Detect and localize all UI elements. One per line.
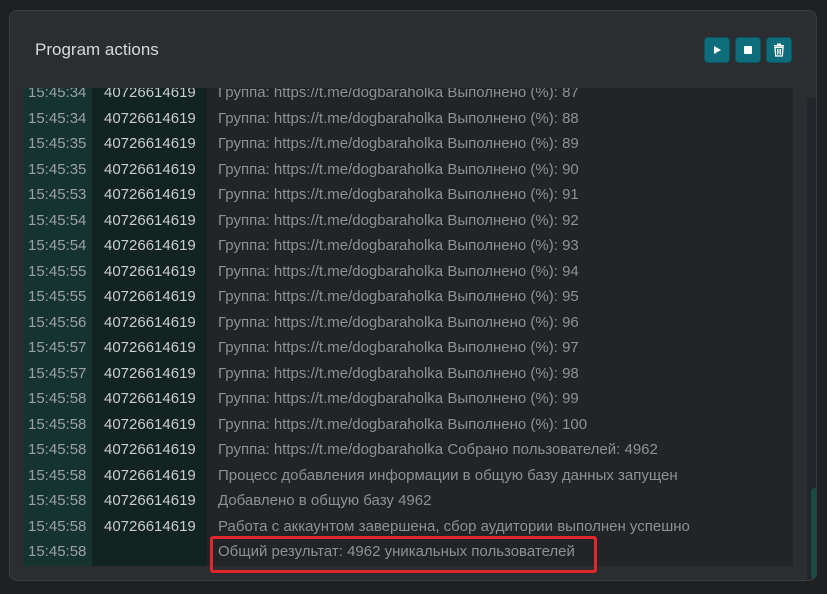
log-row: 15:45:58 40726614619 Группа: https://t.me/… [23,437,793,463]
log-account-id: 40726614619 [104,262,196,280]
log-time: 15:45:58 [28,441,87,458]
log-row: 15:45:57 40726614619 Группа: https://t.me/… [23,335,793,361]
log-message-summary: Общий результат: 4962 уникальных пользов… [218,543,575,560]
log-message: Группа: https://t.me/dogbaraholka Выполн… [218,390,579,407]
log-time: 15:45:58 [28,415,87,433]
log-account-id: 40726614619 [104,364,196,382]
log-row: 15:45:34 40726614619 Группа: https://t.me/… [23,106,793,132]
log-message: Добавлено в общую базу 4962 [218,492,432,509]
log-time: 15:45:54 [28,237,87,254]
delete-button[interactable] [766,37,792,63]
play-button[interactable] [704,37,730,63]
log-message: Группа: https://t.me/dogbaraholka Выполн… [218,135,579,152]
stop-icon [744,46,752,54]
play-icon [714,46,721,54]
log-time: 15:45:35 [28,160,87,178]
log-row: 15:45:54 40726614619 Группа: https://t.me/… [23,233,793,259]
log-row: 15:45:55 40726614619 Группа: https://t.me/… [23,284,793,310]
action-buttons [704,37,792,63]
log-row: 15:45:58 40726614619 Добавлено в общую баз… [23,488,793,514]
panel-title: Program actions [35,40,159,59]
log-account-id: 40726614619 [104,211,196,229]
log-account-id: 40726614619 [104,441,196,458]
log-account-id: 40726614619 [104,415,196,433]
log-row: 15:45:35 40726614619 Группа: https://t.me/… [23,157,793,183]
log-message: Группа: https://t.me/dogbaraholka Выполн… [218,237,579,254]
log-account-id: 40726614619 [104,237,196,254]
log-time: 15:45:58 [28,543,87,560]
log-account-id: 40726614619 [104,109,196,127]
log-row: 15:45:58 40726614619 Группа: https://t.me/… [23,386,793,412]
log-row: 15:45:58 40726614619 Работа с аккаунтом за… [23,514,793,540]
log-account-id: 40726614619 [104,390,196,407]
log-time: 15:45:55 [28,262,87,280]
program-actions-panel: Program actions 15:45:34 40726614619 Гру… [9,10,817,581]
log-time: 15:45:53 [28,186,87,203]
log-row: 15:45:57 40726614619 Группа: https://t.me/… [23,361,793,387]
log-rows: 15:45:34 40726614619 Группа: https://t.me/… [23,88,793,565]
log-time: 15:45:55 [28,288,87,305]
log-row: 15:45:56 40726614619 Группа: https://t.me/… [23,310,793,336]
log-row: 15:45:58 40726614619 Процесс добавления ин… [23,463,793,489]
log-time: 15:45:58 [28,492,87,509]
log-message: Группа: https://t.me/dogbaraholka Выполн… [218,211,579,229]
log-account-id: 40726614619 [104,517,196,535]
log-output: 15:45:34 40726614619 Группа: https://t.me/… [23,88,793,566]
log-account-id: 40726614619 [104,88,196,101]
log-message: Группа: https://t.me/dogbaraholka Выполн… [218,313,579,331]
log-message: Группа: https://t.me/dogbaraholka Выполн… [218,160,579,178]
log-account-id: 40726614619 [104,288,196,305]
log-row: 15:45:58 40726614619 Группа: https://t.me/… [23,412,793,438]
log-message: Группа: https://t.me/dogbaraholka Собран… [218,441,658,458]
log-message: Группа: https://t.me/dogbaraholka Выполн… [218,109,579,127]
log-account-id: 40726614619 [104,160,196,178]
log-account-id: 40726614619 [104,492,196,509]
log-time: 15:45:56 [28,313,87,331]
log-account-id: 40726614619 [104,186,196,203]
log-account-id: 40726614619 [104,466,196,484]
log-time: 15:45:57 [28,339,87,356]
log-time: 15:45:57 [28,364,87,382]
log-account-id: 40726614619 [104,135,196,152]
stop-button[interactable] [735,37,761,63]
log-account-id: 40726614619 [104,313,196,331]
log-message: Группа: https://t.me/dogbaraholka Выполн… [218,186,579,203]
log-message: Группа: https://t.me/dogbaraholka Выполн… [218,339,579,356]
log-row: 15:45:55 40726614619 Группа: https://t.me/… [23,259,793,285]
log-time: 15:45:54 [28,211,87,229]
log-time: 15:45:58 [28,390,87,407]
log-row-summary: 15:45:58 Общий результат: 4962 уникальных… [23,539,793,565]
log-message: Группа: https://t.me/dogbaraholka Выполн… [218,88,579,101]
trash-icon [774,43,784,57]
log-row: 15:45:35 40726614619 Группа: https://t.me/… [23,131,793,157]
panel-header: Program actions [10,11,816,87]
log-time: 15:45:58 [28,517,87,535]
scrollbar-thumb[interactable] [811,488,816,580]
log-message: Работа с аккаунтом завершена, сбор аудит… [218,517,690,535]
log-time: 15:45:34 [28,109,87,127]
log-row: 15:45:34 40726614619 Группа: https://t.me/… [23,88,793,106]
log-message: Процесс добавления информации в общую ба… [218,466,678,484]
log-time: 15:45:35 [28,135,87,152]
log-time: 15:45:58 [28,466,87,484]
log-message: Группа: https://t.me/dogbaraholka Выполн… [218,364,579,382]
log-scrollbar[interactable] [807,98,816,580]
log-row: 15:45:53 40726614619 Группа: https://t.me/… [23,182,793,208]
log-time: 15:45:34 [28,88,87,101]
log-message: Группа: https://t.me/dogbaraholka Выполн… [218,415,588,433]
log-account-id: 40726614619 [104,339,196,356]
log-message: Группа: https://t.me/dogbaraholka Выполн… [218,262,579,280]
log-message: Группа: https://t.me/dogbaraholka Выполн… [218,288,579,305]
log-row: 15:45:54 40726614619 Группа: https://t.me/… [23,208,793,234]
